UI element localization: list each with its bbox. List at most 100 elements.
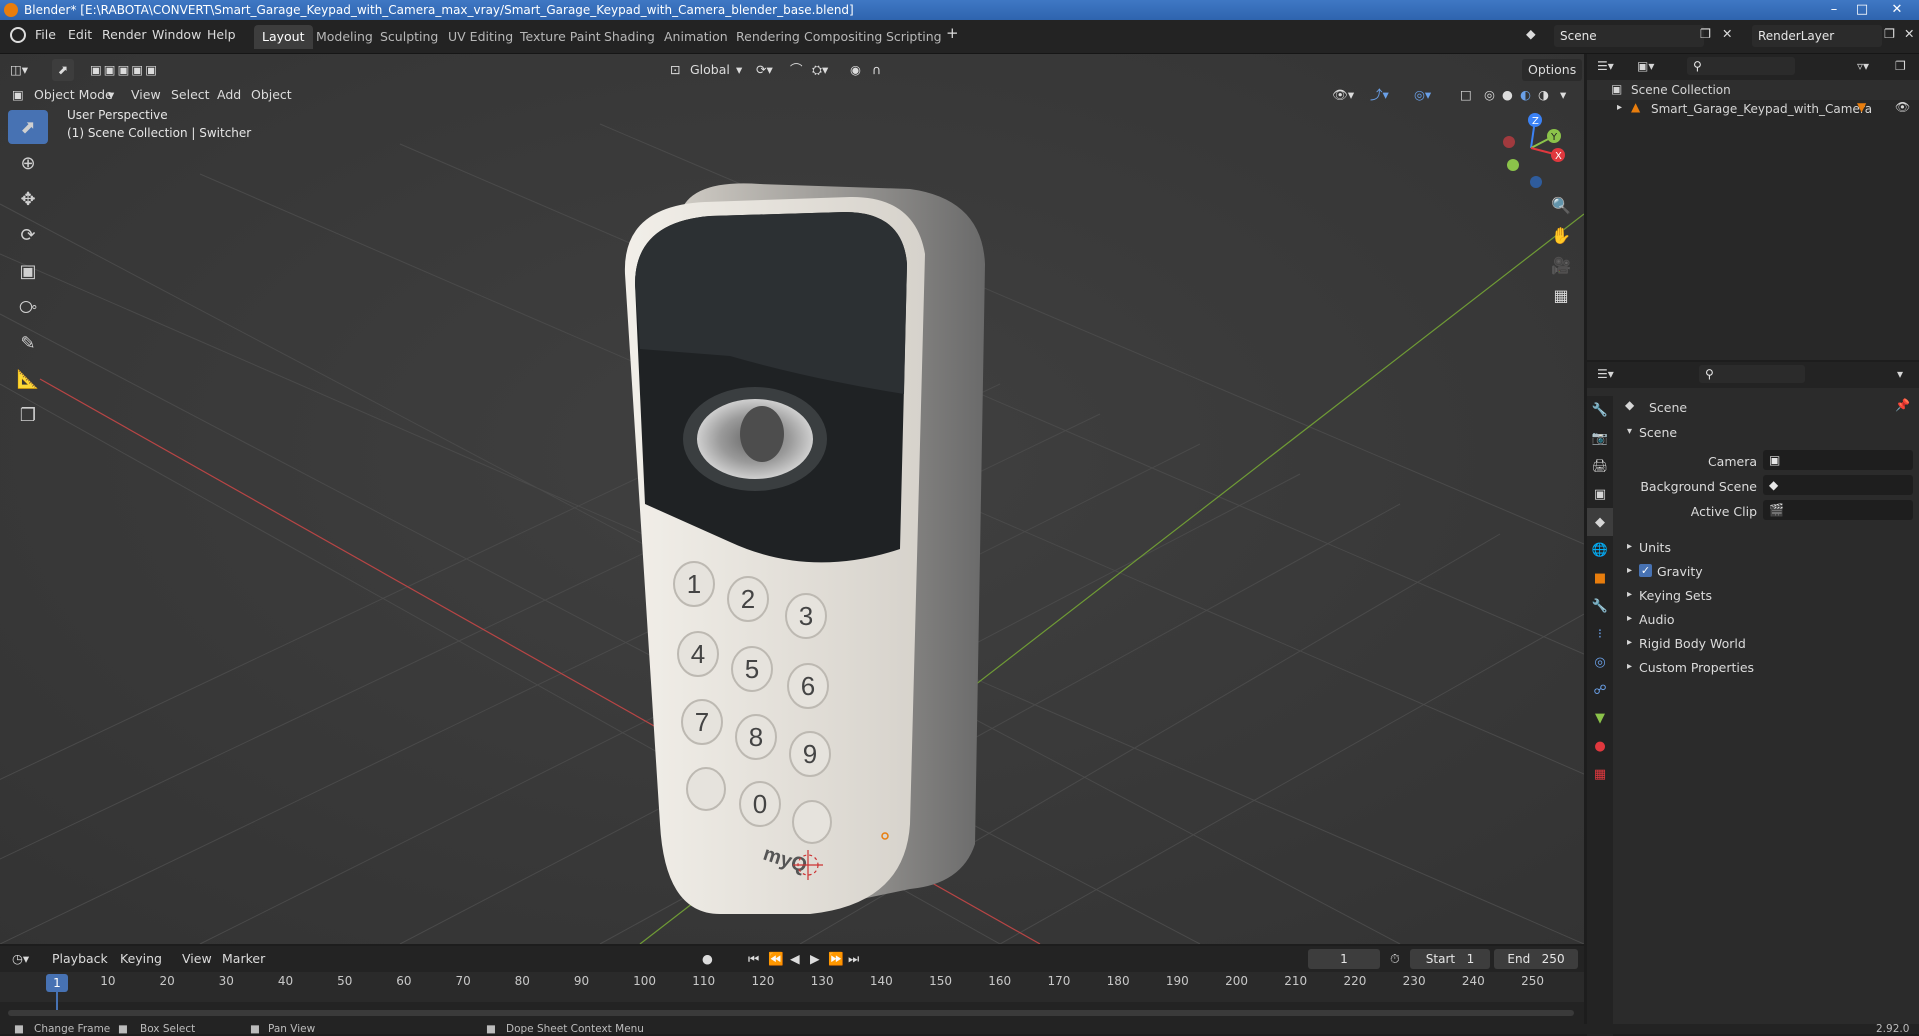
menu-select[interactable]: Select	[171, 84, 210, 106]
menu-object[interactable]: Object	[251, 84, 292, 106]
tab-compositing[interactable]: Compositing	[796, 25, 890, 49]
expand-arrow-icon[interactable]: ▸	[1627, 613, 1632, 624]
panel-rigid-body-world[interactable]: Rigid Body World	[1639, 636, 1746, 651]
world-tab-icon[interactable]: 🌐	[1587, 536, 1613, 564]
panel-audio[interactable]: Audio	[1639, 612, 1675, 627]
jump-keyframe-back-icon[interactable]: ⏪	[768, 948, 784, 970]
properties-editor-icon[interactable]: ☰▾	[1597, 367, 1614, 381]
visibility-icon[interactable]: 👁▾	[1332, 84, 1354, 106]
panel-gravity[interactable]: Gravity	[1657, 564, 1703, 579]
timeline-editor-icon[interactable]: ◷▾	[12, 948, 29, 970]
3d-viewport[interactable]: 1234567890 myQ ◫▾ ⬈ ▣▣▣▣▣ ⊡ Global ▾ ⟳▾ …	[0, 54, 1584, 944]
scene-collection-label[interactable]: Scene Collection	[1631, 83, 1731, 97]
tab-modeling[interactable]: Modeling	[308, 25, 381, 49]
rotate-icon[interactable]: ⟳	[8, 218, 48, 252]
tab-sculpting[interactable]: Sculpting	[372, 25, 446, 49]
falloff-icon[interactable]: ∩	[872, 59, 881, 81]
snap-icon[interactable]: ⌒	[790, 59, 803, 81]
camera-view-icon[interactable]: 🎥	[1548, 252, 1574, 278]
pin-icon[interactable]: 📌	[1895, 398, 1910, 412]
ortho-grid-icon[interactable]: ▦	[1548, 282, 1574, 308]
current-frame-field[interactable]: 1	[1308, 949, 1380, 969]
tab-animation[interactable]: Animation	[656, 25, 736, 49]
new-collection-icon[interactable]: ❐	[1895, 59, 1906, 73]
scene-field[interactable]: Scene	[1554, 25, 1704, 47]
menu-view[interactable]: View	[131, 84, 161, 106]
output-tab-icon[interactable]: 🖨	[1587, 452, 1613, 480]
menu-file[interactable]: File	[35, 27, 56, 42]
menu-help[interactable]: Help	[207, 27, 236, 42]
jump-keyframe-forward-icon[interactable]: ⏩	[828, 948, 844, 970]
material-shading-icon[interactable]: ◐	[1520, 84, 1531, 106]
constraints-tab-icon[interactable]: ☍	[1587, 676, 1613, 704]
panel-units[interactable]: Units	[1639, 540, 1671, 555]
zoom-icon[interactable]: 🔍	[1548, 192, 1574, 218]
collapse-arrow-icon[interactable]: ▾	[1627, 426, 1632, 437]
menu-window[interactable]: Window	[152, 27, 201, 42]
select-tool-icon[interactable]: ⬈	[52, 59, 74, 81]
render-tab-icon[interactable]: 📷	[1587, 424, 1613, 452]
jump-end-icon[interactable]: ⏭	[848, 948, 859, 970]
navigation-gizmo[interactable]: Z Y X	[1496, 110, 1566, 190]
active-clip-field[interactable]: 🎬	[1763, 500, 1913, 520]
menu-render[interactable]: Render	[102, 27, 147, 42]
expand-arrow-icon[interactable]: ▸	[1627, 589, 1632, 600]
expand-arrow-icon[interactable]: ▸	[1627, 541, 1632, 552]
timeline-view-menu[interactable]: View	[182, 948, 212, 970]
scale-icon[interactable]: ▣	[8, 254, 48, 288]
rendered-shading-icon[interactable]: ◑	[1538, 84, 1549, 106]
scene-selector-icon[interactable]: ◆	[1526, 26, 1536, 41]
renderlayer-new-icon[interactable]: ❐	[1884, 26, 1895, 41]
filter-icon[interactable]: ▿▾	[1857, 59, 1869, 73]
select-box-icon[interactable]: ⬈	[8, 110, 48, 144]
options-dropdown[interactable]: Options	[1522, 59, 1583, 81]
camera-field[interactable]: ▣	[1763, 450, 1913, 470]
keying-dropdown[interactable]: Keying	[120, 948, 162, 970]
scene-panel-header[interactable]: Scene	[1639, 425, 1677, 440]
modifier-tab-icon[interactable]: 🔧	[1587, 592, 1613, 620]
outliner-item[interactable]: Smart_Garage_Keypad_with_Camera	[1651, 102, 1872, 116]
scene-remove-icon[interactable]: ✕	[1722, 26, 1732, 41]
solid-shading-icon[interactable]: ●	[1502, 84, 1513, 106]
start-frame-field[interactable]: Start 1	[1410, 949, 1490, 969]
frame-ruler[interactable]: 10 20 30 40 50 60 70 80 90 100 110 120 130 140 150 160 1…	[0, 972, 1584, 1014]
shading-options-icon[interactable]: ▾	[1560, 84, 1566, 106]
display-mode-icon[interactable]: ▣▾	[1637, 59, 1654, 73]
tab-shading[interactable]: Shading	[596, 25, 663, 49]
data-tab-icon[interactable]: ▼	[1587, 704, 1613, 732]
properties-search-input[interactable]: ⚲	[1699, 365, 1805, 383]
modifier-icon[interactable]: ▼	[1857, 100, 1866, 114]
transform-orientation-dropdown[interactable]: Global	[690, 59, 730, 81]
physics-tab-icon[interactable]: ◎	[1587, 648, 1613, 676]
menu-edit[interactable]: Edit	[68, 27, 92, 42]
expand-arrow-icon[interactable]: ▸	[1627, 637, 1632, 648]
stopwatch-icon[interactable]: ⏱	[1390, 948, 1400, 970]
pivot-point-icon[interactable]: ⟳▾	[756, 59, 773, 81]
scene-new-icon[interactable]: ❐	[1700, 26, 1711, 41]
selection-mode-icons[interactable]: ▣▣▣▣▣	[90, 59, 159, 81]
wireframe-shading-icon[interactable]: ◎	[1484, 84, 1495, 106]
menu-add[interactable]: Add	[217, 84, 241, 106]
playback-dropdown[interactable]: Playback	[52, 948, 108, 970]
particles-tab-icon[interactable]: ⁝	[1587, 620, 1613, 648]
panel-custom-properties[interactable]: Custom Properties	[1639, 660, 1754, 675]
editor-type-icon[interactable]: ◫▾	[10, 59, 28, 81]
add-cube-icon[interactable]: ❐	[8, 398, 48, 432]
minimize-icon[interactable]: –	[1822, 1, 1846, 19]
gizmo-toggle-icon[interactable]: ⤴▾	[1370, 84, 1389, 106]
annotate-icon[interactable]: ✎	[8, 326, 48, 360]
texture-tab-icon[interactable]: ▦	[1587, 760, 1613, 788]
timeline-scrollbar[interactable]	[8, 1010, 1574, 1016]
tab-uv-editing[interactable]: UV Editing	[440, 25, 521, 49]
keypad-model[interactable]: 1 234 567 890 myQ	[610, 124, 1010, 944]
overlay-toggle-icon[interactable]: ◎▾	[1414, 84, 1431, 106]
eye-icon[interactable]: 👁	[1895, 100, 1910, 114]
renderlayer-remove-icon[interactable]: ✕	[1904, 26, 1914, 41]
end-frame-field[interactable]: End 250	[1494, 949, 1578, 969]
background-scene-field[interactable]: ◆	[1763, 475, 1913, 495]
panel-keying-sets[interactable]: Keying Sets	[1639, 588, 1712, 603]
close-icon[interactable]: ✕	[1882, 1, 1912, 19]
expand-arrow-icon[interactable]: ▸	[1627, 661, 1632, 672]
pan-hand-icon[interactable]: ✋	[1548, 222, 1574, 248]
cursor-icon[interactable]: ⊕	[8, 146, 48, 180]
